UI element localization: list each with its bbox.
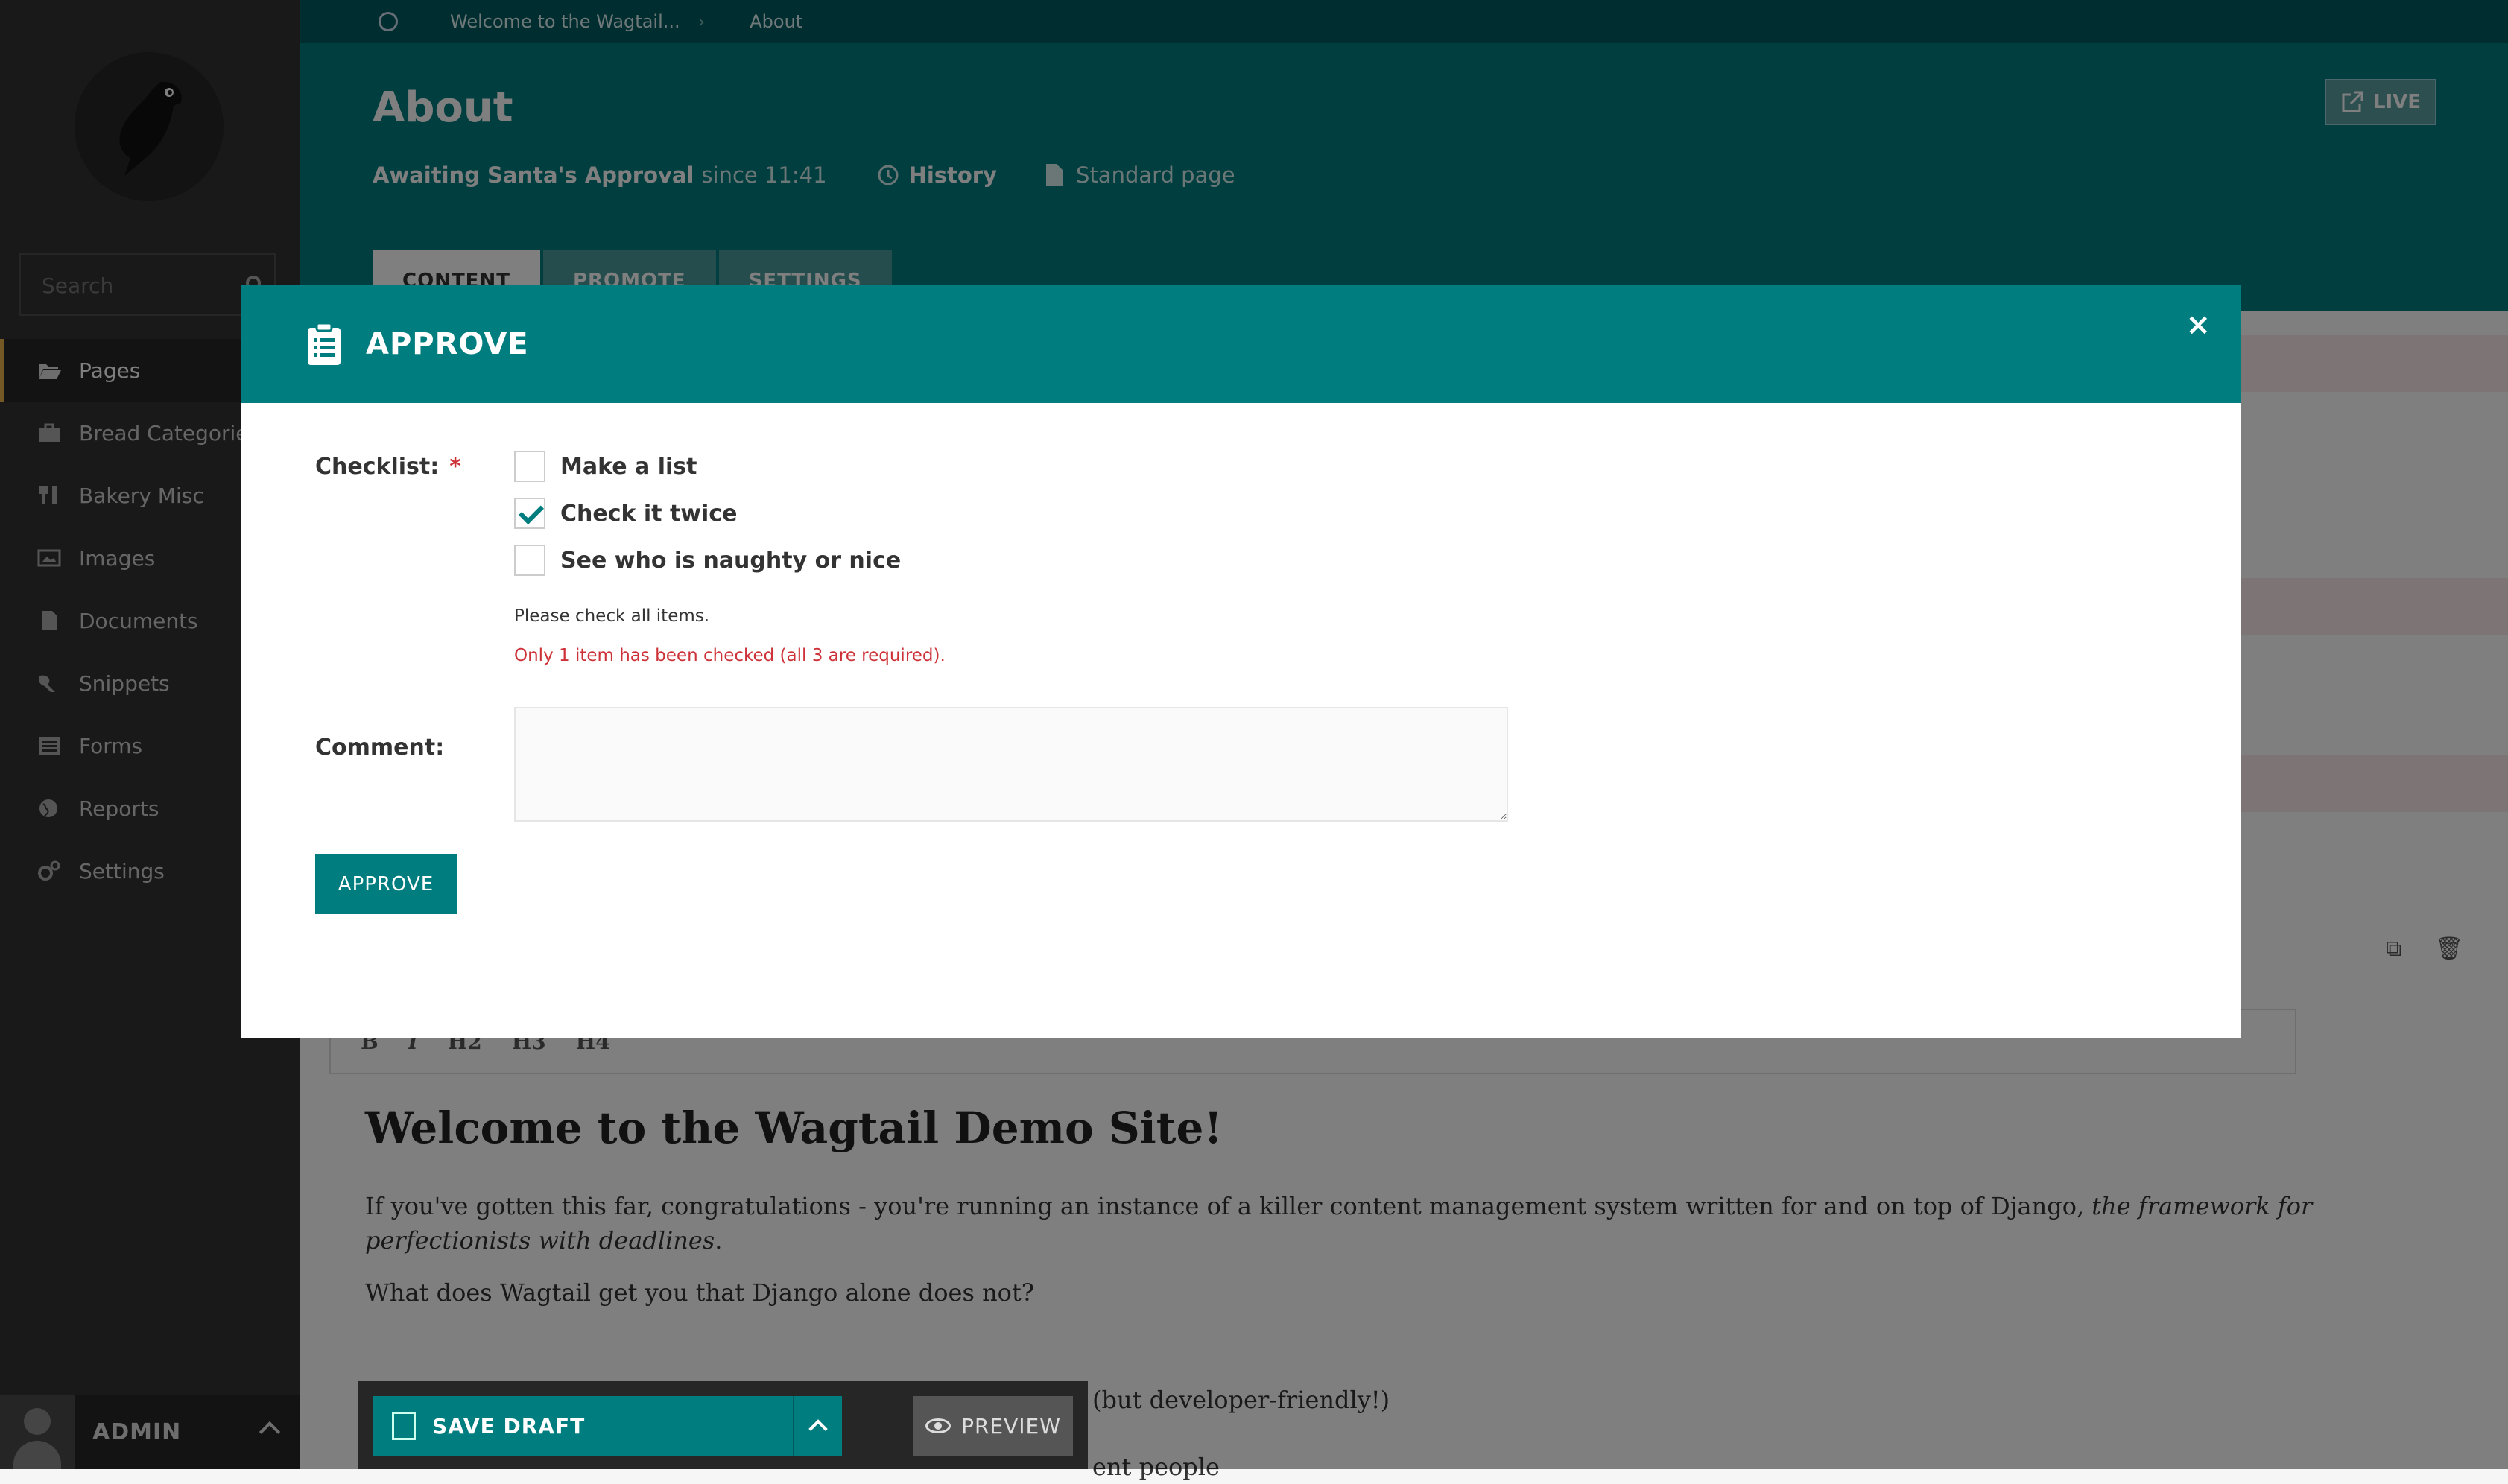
checklist-option[interactable]: See who is naughty or nice <box>514 545 901 576</box>
checklist-label-text: Checklist: <box>315 454 440 480</box>
preview-button[interactable]: PREVIEW <box>913 1396 1073 1456</box>
checkbox[interactable] <box>514 545 545 576</box>
checkbox-checked[interactable] <box>514 498 545 529</box>
draft-icon <box>392 1412 416 1440</box>
approve-modal: APPROVE × Checklist: * Make a list Check … <box>241 285 2241 1038</box>
checkbox-label: Check it twice <box>560 500 738 527</box>
comment-field[interactable] <box>514 707 1508 822</box>
checklist-label: Checklist: * <box>315 454 461 480</box>
checklist-option[interactable]: Check it twice <box>514 498 737 529</box>
required-marker: * <box>449 454 461 480</box>
save-draft-button[interactable]: SAVE DRAFT <box>373 1396 842 1456</box>
checklist-option[interactable]: Make a list <box>514 451 697 482</box>
approve-button[interactable]: APPROVE <box>315 854 457 914</box>
help-text: Please check all items. <box>514 606 710 626</box>
clipboard-list-icon <box>308 322 341 365</box>
checkbox-label: See who is naughty or nice <box>560 547 902 574</box>
more-actions-toggle[interactable] <box>793 1396 842 1456</box>
preview-label: PREVIEW <box>961 1413 1061 1439</box>
comment-label: Comment: <box>315 735 445 761</box>
modal-title: APPROVE <box>366 327 529 361</box>
eye-icon <box>925 1418 951 1433</box>
save-draft-label: SAVE DRAFT <box>432 1413 586 1439</box>
action-bar: SAVE DRAFT PREVIEW <box>358 1381 1088 1469</box>
chevron-up-icon <box>808 1419 828 1439</box>
checkbox[interactable] <box>514 451 545 482</box>
modal-header: APPROVE × <box>241 285 2241 403</box>
error-message: Only 1 item has been checked (all 3 are … <box>514 646 946 665</box>
checkbox-label: Make a list <box>560 453 697 480</box>
close-icon[interactable]: × <box>2185 308 2211 342</box>
